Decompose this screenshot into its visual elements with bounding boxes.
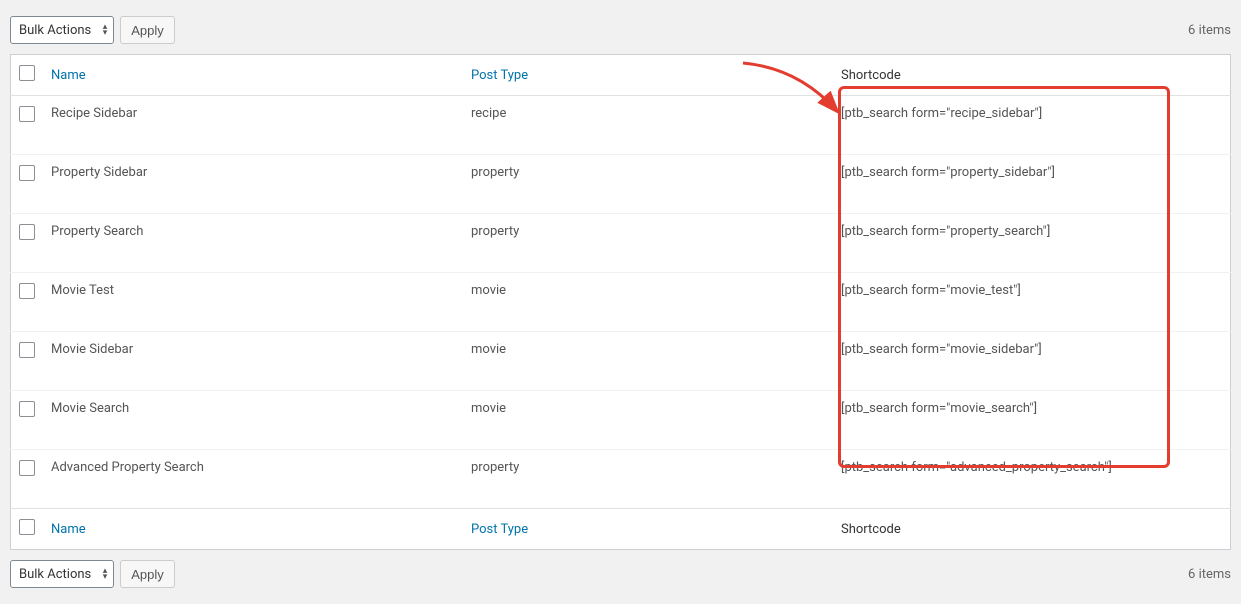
row-post-type: movie [463,332,833,391]
select-caret-icon: ▴▾ [103,568,108,580]
column-header-name[interactable]: Name [51,68,86,83]
bulk-actions-select[interactable]: Bulk Actions ▴▾ [10,16,114,44]
tablenav-bottom: Bulk Actions ▴▾ Apply 6 items [10,554,1231,594]
row-post-type: recipe [463,96,833,155]
row-shortcode: [ptb_search form="property_sidebar"] [833,155,1231,214]
bulk-actions-label-bottom: Bulk Actions [19,568,91,581]
table-row: Recipe Sidebarrecipe[ptb_search form="re… [11,96,1231,155]
row-checkbox[interactable] [19,224,35,240]
row-shortcode: [ptb_search form="advanced_property_sear… [833,450,1231,509]
bulk-actions-label: Bulk Actions [19,24,91,37]
column-footer-name[interactable]: Name [51,522,86,537]
row-post-type: movie [463,273,833,332]
table-row: Property Searchproperty[ptb_search form=… [11,214,1231,273]
row-post-type: property [463,214,833,273]
items-count: 6 items [1188,23,1231,38]
table-row: Movie Searchmovie[ptb_search form="movie… [11,391,1231,450]
row-checkbox[interactable] [19,283,35,299]
column-header-post-type[interactable]: Post Type [471,68,528,83]
row-checkbox[interactable] [19,106,35,122]
tablenav-top: Bulk Actions ▴▾ Apply 6 items [10,10,1231,50]
row-post-type: property [463,450,833,509]
bulk-actions-select-bottom[interactable]: Bulk Actions ▴▾ [10,560,114,588]
row-name[interactable]: Property Sidebar [43,155,463,214]
table-row: Movie Sidebarmovie[ptb_search form="movi… [11,332,1231,391]
row-checkbox[interactable] [19,165,35,181]
apply-button-bottom[interactable]: Apply [120,560,175,588]
table-row: Movie Testmovie[ptb_search form="movie_t… [11,273,1231,332]
row-post-type: property [463,155,833,214]
column-header-shortcode: Shortcode [833,55,1231,96]
row-shortcode: [ptb_search form="movie_search"] [833,391,1231,450]
select-caret-icon: ▴▾ [103,24,108,36]
table-row: Advanced Property Searchproperty[ptb_sea… [11,450,1231,509]
column-footer-shortcode: Shortcode [833,509,1231,550]
row-checkbox[interactable] [19,460,35,476]
row-shortcode: [ptb_search form="movie_test"] [833,273,1231,332]
row-checkbox[interactable] [19,342,35,358]
row-name[interactable]: Property Search [43,214,463,273]
row-name[interactable]: Movie Search [43,391,463,450]
row-shortcode: [ptb_search form="recipe_sidebar"] [833,96,1231,155]
row-name[interactable]: Recipe Sidebar [43,96,463,155]
row-shortcode: [ptb_search form="property_search"] [833,214,1231,273]
row-name[interactable]: Movie Sidebar [43,332,463,391]
column-footer-post-type[interactable]: Post Type [471,522,528,537]
items-count-bottom: 6 items [1188,567,1231,582]
select-all-checkbox-top[interactable] [19,65,35,81]
select-all-checkbox-bottom[interactable] [19,519,35,535]
row-checkbox[interactable] [19,401,35,417]
row-post-type: movie [463,391,833,450]
row-shortcode: [ptb_search form="movie_sidebar"] [833,332,1231,391]
row-name[interactable]: Movie Test [43,273,463,332]
list-table: Name Post Type Shortcode Recipe Sidebarr… [10,54,1231,550]
apply-button[interactable]: Apply [120,16,175,44]
table-row: Property Sidebarproperty[ptb_search form… [11,155,1231,214]
row-name[interactable]: Advanced Property Search [43,450,463,509]
